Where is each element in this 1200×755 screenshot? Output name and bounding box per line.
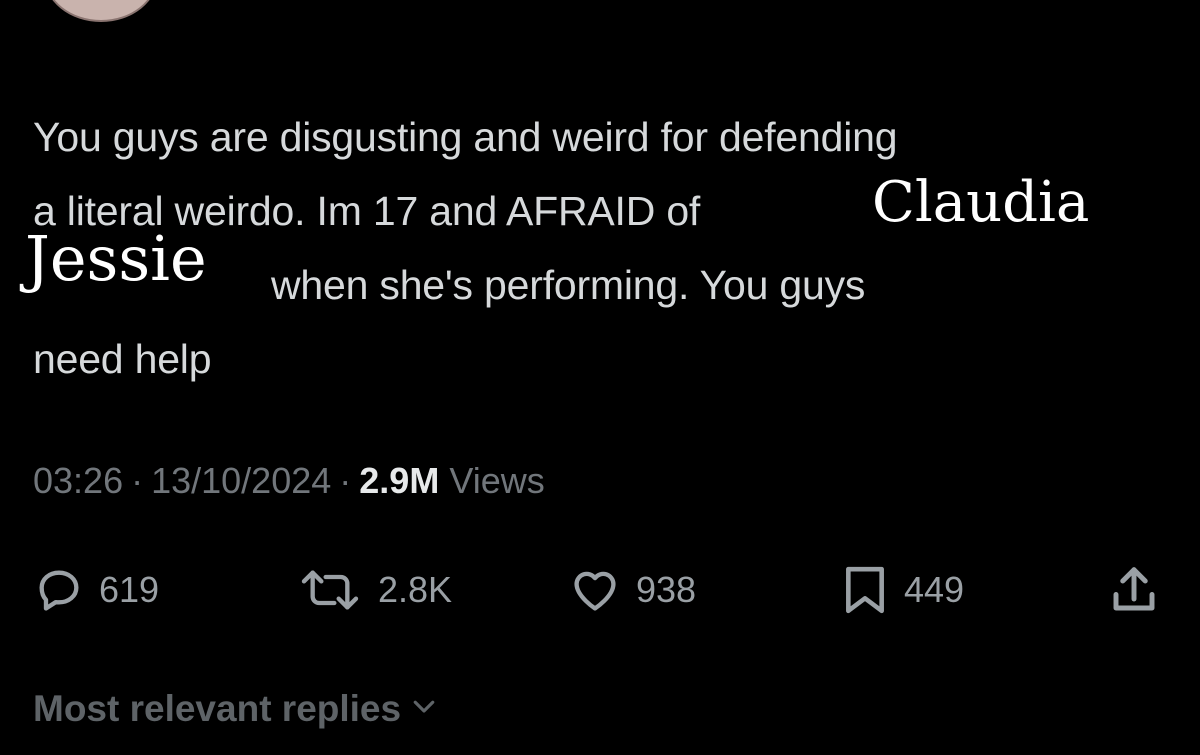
like-button[interactable]: 938 xyxy=(568,560,696,620)
meta-separator: · xyxy=(131,460,144,501)
most-relevant-replies-toggle[interactable]: Most relevant replies xyxy=(33,688,439,730)
tweet-text-line-4: need help xyxy=(33,336,212,382)
chevron-down-icon xyxy=(401,688,439,730)
tweet-date[interactable]: 13/10/2024 xyxy=(151,460,331,501)
reply-bubble-icon xyxy=(33,564,85,616)
tweet-meta: 03:26 · 13/10/2024 · 2.9M Views xyxy=(33,460,545,502)
meta-separator: · xyxy=(339,460,352,501)
retweet-count: 2.8K xyxy=(378,569,453,610)
bookmark-count: 449 xyxy=(904,569,965,610)
bookmark-icon xyxy=(840,562,890,618)
like-count: 938 xyxy=(636,569,697,610)
replies-toggle-label: Most relevant replies xyxy=(33,688,402,729)
retweet-arrows-icon xyxy=(296,564,364,616)
overlay-name-jessie: Jessie xyxy=(25,222,207,295)
tweet-time[interactable]: 03:26 xyxy=(33,460,123,501)
share-upload-icon xyxy=(1104,563,1164,617)
tweet-text-line-1: You guys are disgusting and weird for de… xyxy=(33,114,898,160)
action-bar: 619 2.8K 938 449 xyxy=(0,560,1200,620)
retweet-button[interactable]: 2.8K xyxy=(296,560,452,620)
reply-count: 619 xyxy=(99,569,160,610)
views-count: 2.9M xyxy=(359,460,440,501)
avatar[interactable] xyxy=(44,0,158,22)
share-button[interactable] xyxy=(1104,560,1164,620)
bookmark-button[interactable]: 449 xyxy=(840,560,964,620)
views-label: Views xyxy=(449,460,545,501)
overlay-name-claudia: Claudia xyxy=(872,170,1090,235)
heart-icon xyxy=(568,564,622,616)
reply-button[interactable]: 619 xyxy=(33,560,159,620)
